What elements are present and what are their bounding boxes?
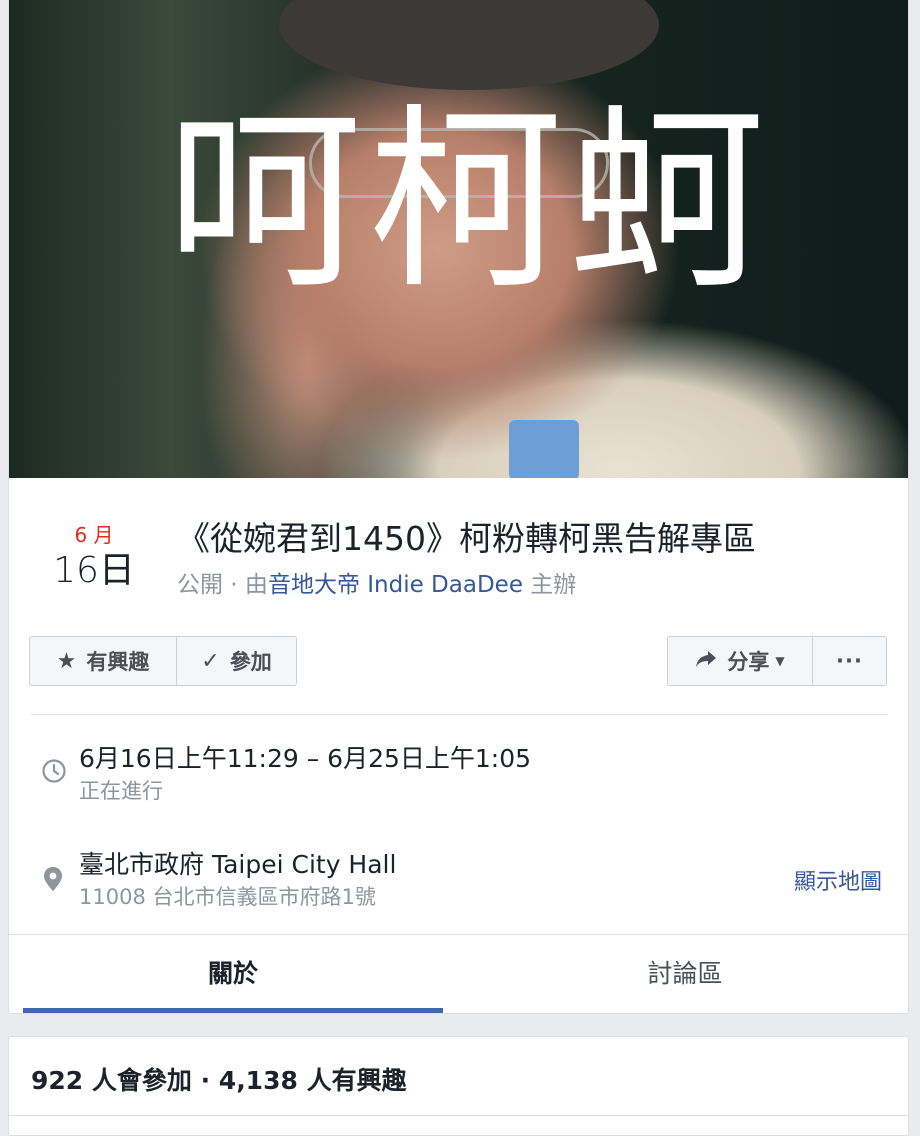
more-options-button[interactable]: ··· bbox=[812, 637, 886, 685]
more-icon: ··· bbox=[836, 649, 863, 673]
tab-discussion[interactable]: 討論區 bbox=[475, 935, 895, 1013]
clock-icon bbox=[41, 758, 67, 788]
event-tabs: 關於 討論區 bbox=[9, 934, 908, 1013]
attendance-card: 922 人會參加 · 4,138 人有興趣 bbox=[8, 1036, 909, 1136]
event-privacy: 公開 · 由 bbox=[177, 572, 268, 598]
event-address: 11008 台北市信義區市府路1號 bbox=[79, 885, 376, 909]
attendance-summary[interactable]: 922 人會參加 · 4,138 人有興趣 bbox=[31, 1061, 407, 1097]
event-subtitle: 公開 · 由音地大帝 Indie DaaDee 主辦 bbox=[177, 568, 576, 602]
event-place: 臺北市政府 Taipei City Hall bbox=[79, 850, 397, 879]
event-title: 《從婉君到1450》柯粉轉柯黑告解專區 bbox=[177, 519, 756, 558]
check-icon: ✓ bbox=[201, 648, 220, 674]
cover-photo: 呵柯蚵 bbox=[9, 0, 908, 478]
divider bbox=[9, 1115, 908, 1116]
share-arrow-icon bbox=[695, 649, 717, 674]
going-button[interactable]: ✓ 參加 bbox=[176, 637, 296, 685]
interested-button[interactable]: ★ 有興趣 bbox=[30, 637, 176, 685]
chevron-down-icon: ▼ bbox=[775, 654, 785, 668]
event-day: 16日 bbox=[53, 550, 135, 591]
show-map-link[interactable]: 顯示地圖 bbox=[794, 864, 882, 896]
event-card: 呵柯蚵 6 月 16日 《從婉君到1450》柯粉轉柯黑告解專區 公開 · 由音地… bbox=[8, 0, 909, 1014]
star-icon: ★ bbox=[56, 648, 77, 674]
event-date: 6 月 16日 bbox=[47, 522, 141, 594]
event-time: 6月16日上午11:29 – 6月25日上午1:05 bbox=[79, 744, 532, 773]
event-host-suffix: 主辦 bbox=[522, 572, 577, 598]
share-buttons: 分享 ▼ ··· bbox=[667, 636, 887, 686]
location-pin-icon bbox=[41, 866, 65, 896]
tab-about[interactable]: 關於 bbox=[23, 935, 443, 1013]
event-location-row: 臺北市政府 Taipei City Hall 11008 台北市信義區市府路1號… bbox=[31, 846, 888, 916]
event-host-link[interactable]: 音地大帝 Indie DaaDee bbox=[268, 572, 523, 598]
event-time-row: 6月16日上午11:29 – 6月25日上午1:05 正在進行 bbox=[31, 740, 888, 810]
share-button[interactable]: 分享 ▼ bbox=[668, 637, 812, 685]
divider bbox=[31, 714, 888, 715]
event-status: 正在進行 bbox=[79, 779, 163, 803]
event-month: 6 月 bbox=[74, 523, 114, 547]
rsvp-buttons: ★ 有興趣 ✓ 參加 bbox=[29, 636, 297, 686]
cover-title: 呵柯蚵 bbox=[165, 88, 772, 316]
